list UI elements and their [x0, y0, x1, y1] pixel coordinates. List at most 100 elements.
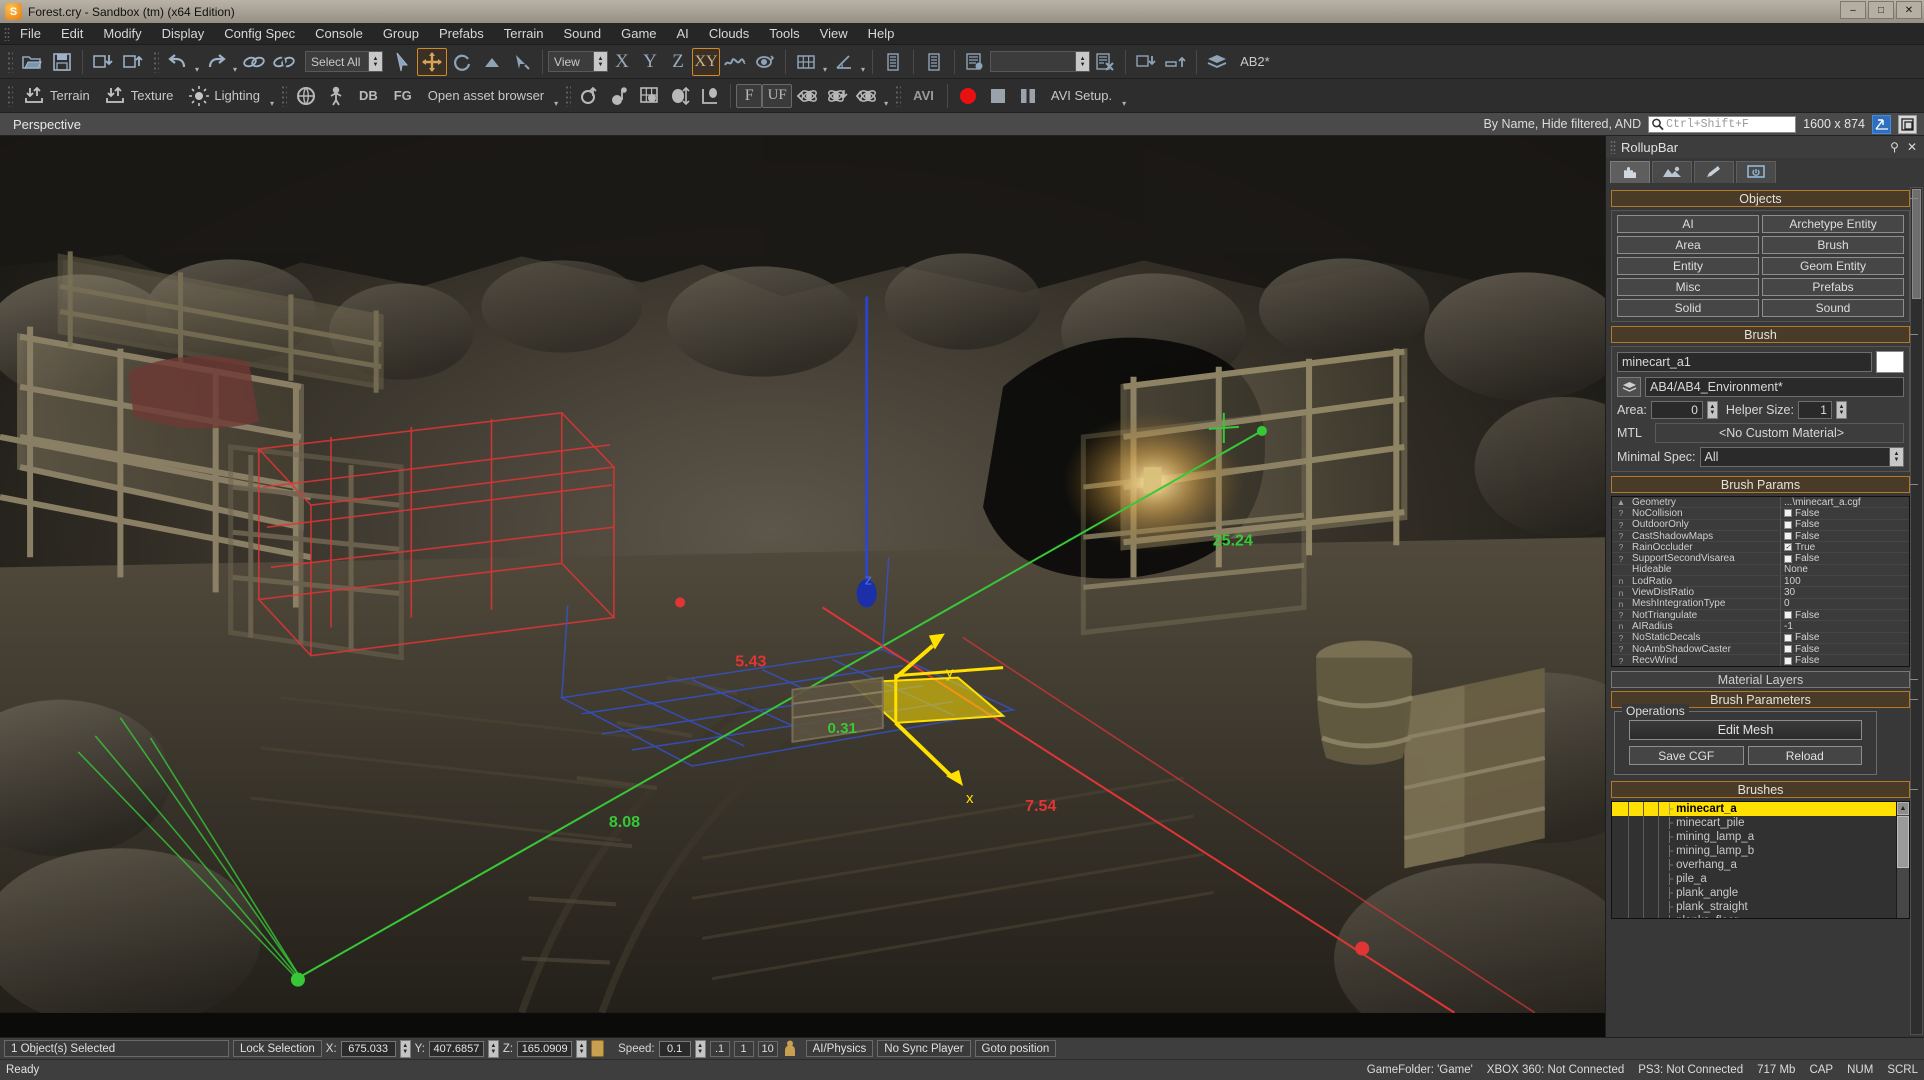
reload-button[interactable]: Reload: [1748, 746, 1863, 765]
row-value[interactable]: False: [1781, 519, 1909, 530]
particle-editor-icon[interactable]: [575, 82, 605, 110]
freeze-button[interactable]: F: [736, 84, 762, 108]
menu-view[interactable]: View: [810, 23, 858, 44]
menu-help[interactable]: Help: [858, 23, 905, 44]
minimal-spec-combo[interactable]: All ▲▼: [1700, 447, 1905, 467]
list-item[interactable]: ├minecart_a: [1612, 802, 1896, 816]
modelling-tab[interactable]: [1694, 161, 1734, 183]
lock-selection-button[interactable]: Lock Selection: [233, 1040, 322, 1057]
edit-layer-icon[interactable]: [1090, 48, 1120, 76]
brushes-list[interactable]: ├minecart_a ├minecart_pile ├mining_lamp_…: [1611, 801, 1910, 919]
object-sound-button[interactable]: Sound: [1762, 299, 1904, 317]
row-value[interactable]: False: [1781, 508, 1909, 519]
toolbar2-grip3-icon[interactable]: [564, 85, 571, 107]
terrain-object-icon[interactable]: [750, 48, 780, 76]
layer-combo[interactable]: ▲▼: [990, 51, 1090, 72]
brush-name-input[interactable]: minecart_a1: [1617, 352, 1872, 372]
database-button[interactable]: DB: [351, 82, 386, 110]
move-tool-button[interactable]: [417, 48, 447, 76]
undo-button[interactable]: [163, 48, 193, 76]
menu-sound[interactable]: Sound: [554, 23, 612, 44]
row-value[interactable]: 0: [1781, 598, 1909, 609]
list-item[interactable]: ├mining_lamp_a: [1612, 830, 1896, 844]
viewport-filter-text[interactable]: By Name, Hide filtered, AND: [1483, 117, 1641, 131]
checkbox[interactable]: [1784, 634, 1792, 642]
physics-dropdown-icon[interactable]: ▾: [884, 99, 888, 112]
list-item[interactable]: ├mining_lamp_b: [1612, 844, 1896, 858]
viewport-name[interactable]: Perspective: [4, 117, 81, 132]
pause-button[interactable]: [1013, 82, 1043, 110]
object-solid-button[interactable]: Solid: [1617, 299, 1759, 317]
row-value[interactable]: False: [1781, 644, 1909, 655]
record-button[interactable]: [953, 82, 983, 110]
terrain-tab[interactable]: [1652, 161, 1692, 183]
checkbox[interactable]: [1784, 532, 1792, 540]
toolbar2-grip-icon[interactable]: [6, 85, 13, 107]
area-spinner[interactable]: ▲▼: [1707, 401, 1718, 419]
brush-group-header[interactable]: Brush: [1611, 326, 1910, 343]
x-spinner[interactable]: ▲▼: [400, 1040, 411, 1058]
object-entity-button[interactable]: Entity: [1617, 257, 1759, 275]
layers-icon[interactable]: [1202, 48, 1232, 76]
checkbox[interactable]: [1784, 645, 1792, 653]
row-value[interactable]: False: [1781, 531, 1909, 542]
menu-clouds[interactable]: Clouds: [699, 23, 759, 44]
flowgraph-button[interactable]: FG: [386, 82, 420, 110]
layer-combo-spinner[interactable]: ▲▼: [1075, 52, 1089, 71]
row-value[interactable]: False: [1781, 610, 1909, 621]
asset-browser-dropdown-icon[interactable]: ▾: [554, 99, 558, 112]
brush-color-swatch[interactable]: [1876, 351, 1904, 373]
import-button[interactable]: [88, 48, 118, 76]
layers-icon[interactable]: [1617, 377, 1641, 397]
physics-reset-icon[interactable]: [792, 82, 822, 110]
menu-tools[interactable]: Tools: [759, 23, 809, 44]
follow-terrain-icon[interactable]: [720, 48, 750, 76]
rollup-scrollbar[interactable]: [1910, 187, 1923, 1035]
terrain-editor-button[interactable]: Terrain: [17, 82, 98, 110]
redo-button[interactable]: [201, 48, 231, 76]
checkbox-checked[interactable]: ✓: [1784, 543, 1792, 551]
row-value[interactable]: ✓True: [1781, 542, 1909, 553]
maximize-viewport-button[interactable]: [1872, 115, 1891, 134]
vegetation-grid-icon[interactable]: [635, 82, 665, 110]
row-value[interactable]: False: [1781, 553, 1909, 564]
unfreeze-button[interactable]: UF: [762, 84, 792, 108]
time-of-day-icon[interactable]: [605, 82, 635, 110]
list-item[interactable]: ├overhang_a: [1612, 858, 1896, 872]
coordinate-system-spinner[interactable]: ▲▼: [593, 52, 607, 71]
checkbox[interactable]: [1784, 611, 1792, 619]
speed-spinner[interactable]: ▲▼: [695, 1040, 706, 1058]
object-brush-button[interactable]: Brush: [1762, 236, 1904, 254]
speed-input[interactable]: 0.1: [659, 1041, 691, 1057]
stop-button[interactable]: [983, 82, 1013, 110]
close-button[interactable]: ✕: [1896, 1, 1922, 19]
list-item[interactable]: ├planks_floor: [1612, 914, 1896, 919]
menu-console[interactable]: Console: [305, 23, 373, 44]
layer-list-icon[interactable]: [878, 48, 908, 76]
menu-group[interactable]: Group: [373, 23, 429, 44]
checkbox[interactable]: [1784, 657, 1792, 665]
z-input[interactable]: 165.0909: [517, 1041, 572, 1057]
objects-group-header[interactable]: Objects: [1611, 190, 1910, 207]
rollup-scroll-thumb[interactable]: [1912, 189, 1921, 299]
row-value[interactable]: False: [1781, 655, 1909, 666]
object-ai-button[interactable]: AI: [1617, 215, 1759, 233]
3d-viewport[interactable]: z: [0, 136, 1605, 1037]
brush-layer-input[interactable]: AB4/AB4_Environment*: [1645, 377, 1904, 397]
row-value[interactable]: 100: [1781, 576, 1909, 587]
y-input[interactable]: 407.6857: [429, 1041, 484, 1057]
object-archetype-entity-button[interactable]: Archetype Entity: [1762, 215, 1904, 233]
physics-simulate-icon[interactable]: [822, 82, 852, 110]
character-editor-icon[interactable]: [321, 82, 351, 110]
redo-dropdown-icon[interactable]: ▾: [233, 65, 237, 78]
snapshot-button[interactable]: [1898, 115, 1917, 134]
rollup-grip-icon[interactable]: [1610, 140, 1616, 154]
save-cgf-button[interactable]: Save CGF: [1629, 746, 1744, 765]
avi-setup-button[interactable]: AVI Setup.: [1043, 82, 1120, 110]
database-view-icon[interactable]: [919, 48, 949, 76]
menu-config-spec[interactable]: Config Spec: [214, 23, 305, 44]
brushes-group-header[interactable]: Brushes: [1611, 781, 1910, 798]
brushes-list-scrollbar[interactable]: ▲: [1896, 802, 1909, 918]
constrain-y-button[interactable]: Y: [636, 48, 664, 76]
physics-apply-icon[interactable]: [852, 82, 882, 110]
